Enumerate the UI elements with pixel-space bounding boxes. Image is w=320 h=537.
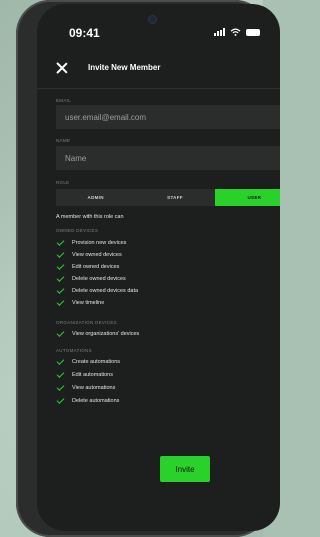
name-label: NAME <box>56 138 71 143</box>
app-screen: 09:41 Invite New Member EMAIL user.email… <box>37 4 280 531</box>
owned-devices-heading: OWNED DEVICES <box>56 228 99 233</box>
permission-item: Delete automations <box>56 396 119 406</box>
check-icon <box>56 331 66 337</box>
role-label: ROLE <box>56 180 70 185</box>
role-staff-tab[interactable]: STAFF <box>135 189 214 206</box>
permission-item: Provision new devices <box>56 238 126 248</box>
check-icon <box>56 372 66 378</box>
check-icon <box>56 288 66 294</box>
permission-item: View owned devices <box>56 250 122 260</box>
permission-item: Delete owned devices <box>56 274 126 284</box>
check-icon <box>56 252 66 258</box>
check-icon <box>56 359 66 365</box>
signal-icon <box>214 28 225 36</box>
name-field[interactable]: Name <box>56 146 280 170</box>
check-icon <box>56 276 66 282</box>
email-field[interactable]: user.email@email.com <box>56 105 280 129</box>
permission-item: View automations <box>56 383 115 393</box>
permission-item: Edit automations <box>56 370 113 380</box>
check-icon <box>56 240 66 246</box>
permission-item: View organizations' devices <box>56 329 139 339</box>
header-divider <box>37 88 280 89</box>
role-admin-tab[interactable]: ADMIN <box>56 189 135 206</box>
status-bar: 09:41 <box>37 26 280 42</box>
permission-item: Edit owned devices <box>56 262 119 272</box>
invite-button[interactable]: Invite <box>160 456 210 482</box>
automations-heading: AUTOMATIONS <box>56 348 92 353</box>
phone-frame: 09:41 Invite New Member EMAIL user.email… <box>16 0 280 537</box>
role-selector: ADMIN STAFF USER <box>56 189 280 206</box>
close-icon[interactable] <box>56 62 68 74</box>
email-label: EMAIL <box>56 98 72 103</box>
header: Invite New Member <box>37 62 280 76</box>
org-devices-heading: ORGANIZATION DEVICES <box>56 320 117 325</box>
camera <box>149 16 156 23</box>
check-icon <box>56 398 66 404</box>
permission-item: View timeline <box>56 298 104 308</box>
check-icon <box>56 264 66 270</box>
role-user-tab[interactable]: USER <box>214 189 280 206</box>
check-icon <box>56 385 66 391</box>
permission-item: Delete owned devices data <box>56 286 138 296</box>
battery-icon <box>246 28 260 36</box>
page-title: Invite New Member <box>88 63 161 72</box>
status-time: 09:41 <box>69 26 100 40</box>
wifi-icon <box>230 28 241 36</box>
permissions-intro: A member with this role can <box>56 214 124 220</box>
check-icon <box>56 300 66 306</box>
permission-item: Create automations <box>56 357 120 367</box>
